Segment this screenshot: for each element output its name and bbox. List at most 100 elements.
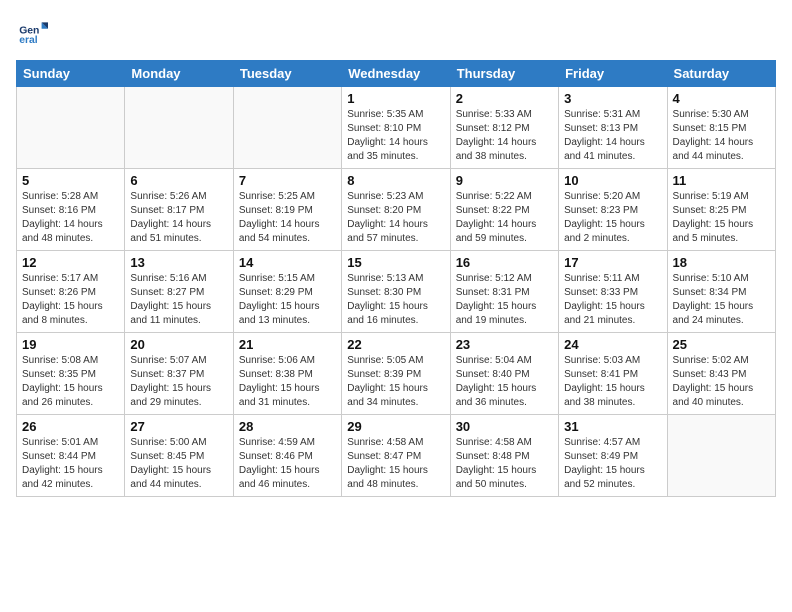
day-info: Sunrise: 5:23 AM Sunset: 8:20 PM Dayligh…	[347, 190, 444, 246]
day-info: Sunrise: 5:04 AM Sunset: 8:40 PM Dayligh…	[456, 354, 553, 410]
day-number: 28	[239, 419, 336, 434]
day-number: 8	[347, 173, 444, 188]
calendar-cell: 18Sunrise: 5:10 AM Sunset: 8:34 PM Dayli…	[667, 251, 775, 333]
calendar-week-row: 5 Sunrise: 5:28 AM Sunset: 8:16 PM Daylig…	[17, 169, 776, 251]
day-info: Sunrise: 5:35 AM Sunset: 8:10 PM Dayligh…	[347, 108, 444, 164]
day-number: 22	[347, 337, 444, 352]
logo: Gen eral	[16, 16, 52, 48]
day-info: Sunrise: 5:31 AM Sunset: 8:13 PM Dayligh…	[564, 108, 661, 164]
calendar-table: SundayMondayTuesdayWednesdayThursdayFrid…	[16, 60, 776, 497]
day-number: 25	[673, 337, 770, 352]
day-info: Sunrise: 5:00 AM Sunset: 8:45 PM Dayligh…	[130, 436, 227, 492]
calendar-cell: 31 Sunrise: 4:57 AM Sunset: 8:49 PM Dayli…	[559, 415, 667, 497]
day-info: Sunrise: 5:30 AM Sunset: 8:15 PM Dayligh…	[673, 108, 770, 164]
calendar-cell: 7 Sunrise: 5:25 AM Sunset: 8:19 PM Daylig…	[233, 169, 341, 251]
calendar-cell: 30 Sunrise: 4:58 AM Sunset: 8:48 PM Dayli…	[450, 415, 558, 497]
svg-text:eral: eral	[19, 35, 38, 46]
calendar-cell: 29 Sunrise: 4:58 AM Sunset: 8:47 PM Dayli…	[342, 415, 450, 497]
calendar-cell: 22 Sunrise: 5:05 AM Sunset: 8:39 PM Dayli…	[342, 333, 450, 415]
day-number: 4	[673, 91, 770, 106]
calendar-cell: 3 Sunrise: 5:31 AM Sunset: 8:13 PM Daylig…	[559, 87, 667, 169]
calendar-cell	[233, 87, 341, 169]
calendar-cell: 26 Sunrise: 5:01 AM Sunset: 8:44 PM Dayli…	[17, 415, 125, 497]
day-info: Sunrise: 5:28 AM Sunset: 8:16 PM Dayligh…	[22, 190, 119, 246]
day-header-saturday: Saturday	[667, 61, 775, 87]
day-info: Sunrise: 4:57 AM Sunset: 8:49 PM Dayligh…	[564, 436, 661, 492]
calendar-cell: 1Sunrise: 5:35 AM Sunset: 8:10 PM Daylig…	[342, 87, 450, 169]
day-info: Sunrise: 5:07 AM Sunset: 8:37 PM Dayligh…	[130, 354, 227, 410]
day-info: Sunrise: 5:26 AM Sunset: 8:17 PM Dayligh…	[130, 190, 227, 246]
calendar-cell: 8 Sunrise: 5:23 AM Sunset: 8:20 PM Daylig…	[342, 169, 450, 251]
day-number: 16	[456, 255, 553, 270]
calendar-cell: 4 Sunrise: 5:30 AM Sunset: 8:15 PM Daylig…	[667, 87, 775, 169]
calendar-cell: 28 Sunrise: 4:59 AM Sunset: 8:46 PM Dayli…	[233, 415, 341, 497]
day-info: Sunrise: 4:59 AM Sunset: 8:46 PM Dayligh…	[239, 436, 336, 492]
day-info: Sunrise: 5:12 AM Sunset: 8:31 PM Dayligh…	[456, 272, 553, 328]
calendar-week-row: 1Sunrise: 5:35 AM Sunset: 8:10 PM Daylig…	[17, 87, 776, 169]
day-number: 11	[673, 173, 770, 188]
logo-icon: Gen eral	[16, 16, 48, 48]
day-header-monday: Monday	[125, 61, 233, 87]
day-info: Sunrise: 4:58 AM Sunset: 8:47 PM Dayligh…	[347, 436, 444, 492]
calendar-week-row: 12Sunrise: 5:17 AM Sunset: 8:26 PM Dayli…	[17, 251, 776, 333]
day-number: 31	[564, 419, 661, 434]
calendar-cell: 9 Sunrise: 5:22 AM Sunset: 8:22 PM Daylig…	[450, 169, 558, 251]
day-number: 18	[673, 255, 770, 270]
day-header-thursday: Thursday	[450, 61, 558, 87]
day-number: 7	[239, 173, 336, 188]
calendar-cell: 21 Sunrise: 5:06 AM Sunset: 8:38 PM Dayli…	[233, 333, 341, 415]
calendar-cell	[667, 415, 775, 497]
calendar-cell: 19Sunrise: 5:08 AM Sunset: 8:35 PM Dayli…	[17, 333, 125, 415]
day-header-sunday: Sunday	[17, 61, 125, 87]
day-info: Sunrise: 5:05 AM Sunset: 8:39 PM Dayligh…	[347, 354, 444, 410]
day-number: 26	[22, 419, 119, 434]
calendar-header-row: SundayMondayTuesdayWednesdayThursdayFrid…	[17, 61, 776, 87]
day-number: 6	[130, 173, 227, 188]
calendar-cell: 24Sunrise: 5:03 AM Sunset: 8:41 PM Dayli…	[559, 333, 667, 415]
day-info: Sunrise: 5:02 AM Sunset: 8:43 PM Dayligh…	[673, 354, 770, 410]
day-info: Sunrise: 5:20 AM Sunset: 8:23 PM Dayligh…	[564, 190, 661, 246]
day-info: Sunrise: 5:16 AM Sunset: 8:27 PM Dayligh…	[130, 272, 227, 328]
day-number: 23	[456, 337, 553, 352]
day-info: Sunrise: 5:01 AM Sunset: 8:44 PM Dayligh…	[22, 436, 119, 492]
day-number: 30	[456, 419, 553, 434]
day-info: Sunrise: 5:08 AM Sunset: 8:35 PM Dayligh…	[22, 354, 119, 410]
day-header-wednesday: Wednesday	[342, 61, 450, 87]
day-info: Sunrise: 5:33 AM Sunset: 8:12 PM Dayligh…	[456, 108, 553, 164]
day-number: 13	[130, 255, 227, 270]
calendar-cell: 27 Sunrise: 5:00 AM Sunset: 8:45 PM Dayli…	[125, 415, 233, 497]
day-number: 3	[564, 91, 661, 106]
calendar-cell: 14Sunrise: 5:15 AM Sunset: 8:29 PM Dayli…	[233, 251, 341, 333]
day-info: Sunrise: 5:22 AM Sunset: 8:22 PM Dayligh…	[456, 190, 553, 246]
day-info: Sunrise: 5:15 AM Sunset: 8:29 PM Dayligh…	[239, 272, 336, 328]
calendar-cell: 20 Sunrise: 5:07 AM Sunset: 8:37 PM Dayli…	[125, 333, 233, 415]
calendar-cell: 15 Sunrise: 5:13 AM Sunset: 8:30 PM Dayli…	[342, 251, 450, 333]
calendar-cell: 12Sunrise: 5:17 AM Sunset: 8:26 PM Dayli…	[17, 251, 125, 333]
day-info: Sunrise: 5:13 AM Sunset: 8:30 PM Dayligh…	[347, 272, 444, 328]
calendar-week-row: 26 Sunrise: 5:01 AM Sunset: 8:44 PM Dayli…	[17, 415, 776, 497]
page-header: Gen eral	[16, 16, 776, 48]
day-number: 10	[564, 173, 661, 188]
day-number: 9	[456, 173, 553, 188]
day-info: Sunrise: 5:06 AM Sunset: 8:38 PM Dayligh…	[239, 354, 336, 410]
calendar-cell	[17, 87, 125, 169]
day-number: 29	[347, 419, 444, 434]
day-info: Sunrise: 5:19 AM Sunset: 8:25 PM Dayligh…	[673, 190, 770, 246]
day-number: 21	[239, 337, 336, 352]
day-info: Sunrise: 5:25 AM Sunset: 8:19 PM Dayligh…	[239, 190, 336, 246]
day-info: Sunrise: 4:58 AM Sunset: 8:48 PM Dayligh…	[456, 436, 553, 492]
day-header-tuesday: Tuesday	[233, 61, 341, 87]
day-number: 27	[130, 419, 227, 434]
calendar-cell: 5 Sunrise: 5:28 AM Sunset: 8:16 PM Daylig…	[17, 169, 125, 251]
day-number: 2	[456, 91, 553, 106]
day-number: 20	[130, 337, 227, 352]
calendar-cell: 25 Sunrise: 5:02 AM Sunset: 8:43 PM Dayli…	[667, 333, 775, 415]
day-number: 5	[22, 173, 119, 188]
calendar-cell	[125, 87, 233, 169]
calendar-cell: 17Sunrise: 5:11 AM Sunset: 8:33 PM Dayli…	[559, 251, 667, 333]
calendar-cell: 10 Sunrise: 5:20 AM Sunset: 8:23 PM Dayli…	[559, 169, 667, 251]
day-number: 15	[347, 255, 444, 270]
calendar-cell: 13 Sunrise: 5:16 AM Sunset: 8:27 PM Dayli…	[125, 251, 233, 333]
calendar-cell: 6 Sunrise: 5:26 AM Sunset: 8:17 PM Daylig…	[125, 169, 233, 251]
calendar-cell: 16 Sunrise: 5:12 AM Sunset: 8:31 PM Dayli…	[450, 251, 558, 333]
